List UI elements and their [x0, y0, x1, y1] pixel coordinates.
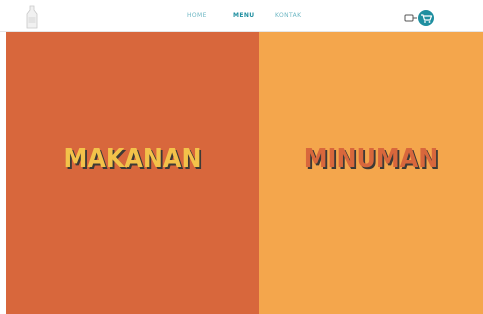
nav-home-link[interactable]: HOME: [187, 12, 207, 19]
nav-menu-link[interactable]: MENU: [233, 12, 255, 19]
shopping-cart-icon: [404, 10, 434, 26]
makanan-title: MAKANAN: [63, 144, 202, 174]
nav-kontak-link[interactable]: KONTAK: [275, 12, 301, 19]
minuman-panel[interactable]: MINUMAN: [259, 32, 483, 314]
minuman-title: MINUMAN: [303, 144, 439, 174]
cart-button[interactable]: [404, 9, 436, 27]
makanan-panel[interactable]: MAKANAN: [6, 32, 259, 314]
page: HOME MENU KONTAK MAKANAN MINUMAN: [0, 0, 483, 314]
header-bar: HOME MENU KONTAK: [0, 0, 483, 32]
